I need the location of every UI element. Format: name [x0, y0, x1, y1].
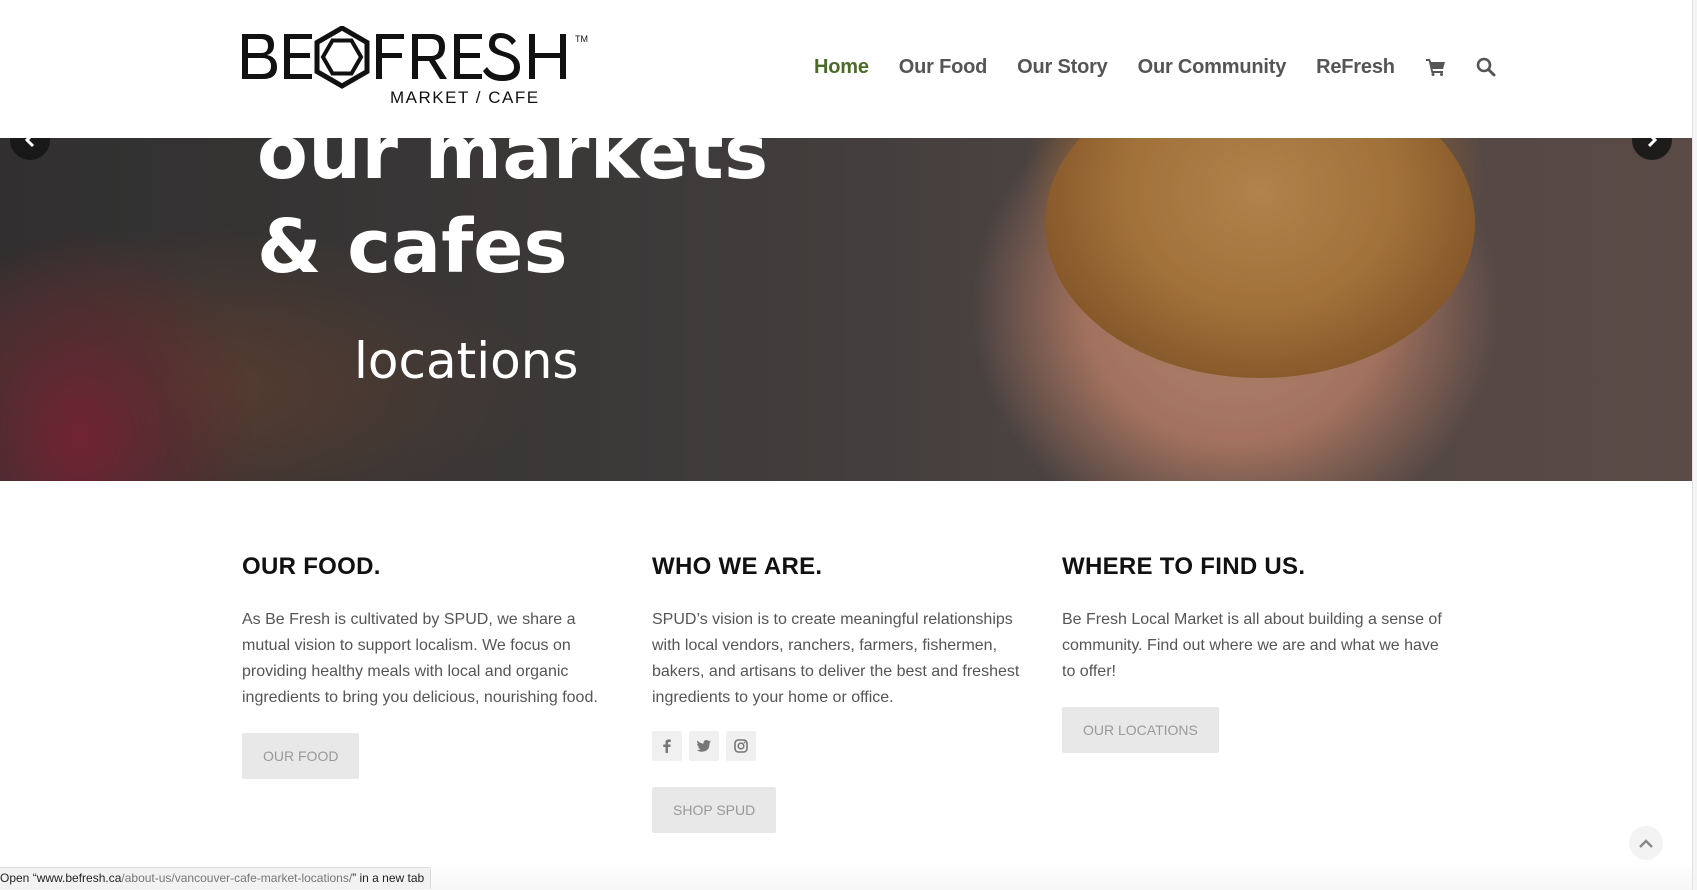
- section-heading: WHO WE ARE.: [652, 553, 823, 580]
- nav-our-food[interactable]: Our Food: [899, 56, 988, 79]
- back-to-top-button[interactable]: [1629, 826, 1663, 860]
- page: TM MARKET / CAFE Home Our Food Our Story…: [0, 0, 1697, 890]
- chevron-right-icon: [1647, 138, 1658, 147]
- be-fresh-logo[interactable]: TM MARKET / CAFE: [240, 25, 600, 112]
- site-header: TM MARKET / CAFE Home Our Food Our Story…: [0, 0, 1692, 138]
- nav-refresh[interactable]: ReFresh: [1316, 56, 1395, 79]
- chevron-up-icon: [1639, 839, 1653, 848]
- logo-subtitle: MARKET / CAFE: [390, 88, 540, 107]
- section-body: SPUD’s vision is to create meaningful re…: [652, 611, 1020, 706]
- hero-title-line-1: our markets: [257, 138, 769, 196]
- where-to-find-us-section: WHERE TO FIND US. Be Fresh Local Market …: [1062, 555, 1442, 753]
- status-path: /about-us/vancouver-cafe-market-location…: [121, 871, 353, 885]
- window-edge: [1692, 0, 1697, 890]
- status-prefix: Open “: [0, 871, 37, 885]
- nav-home[interactable]: Home: [814, 56, 869, 79]
- status-domain: www.befresh.ca: [36, 871, 122, 885]
- shop-spud-button[interactable]: SHOP SPUD: [652, 787, 777, 833]
- section-heading: OUR FOOD.: [242, 553, 381, 580]
- nav-our-community[interactable]: Our Community: [1138, 56, 1287, 79]
- hero-title-line-2: & cafes: [257, 204, 568, 290]
- chevron-left-icon: [24, 138, 35, 147]
- hero-subtitle: locations: [354, 332, 579, 390]
- twitter-icon[interactable]: [689, 731, 719, 761]
- social-links: [652, 731, 1032, 761]
- instagram-icon[interactable]: [726, 731, 756, 761]
- search-icon[interactable]: [1475, 56, 1497, 78]
- our-locations-button[interactable]: OUR LOCATIONS: [1062, 707, 1219, 753]
- section-heading: WHERE TO FIND US.: [1062, 553, 1306, 580]
- facebook-icon[interactable]: [652, 731, 682, 761]
- section-body: Be Fresh Local Market is all about build…: [1062, 611, 1442, 680]
- nav-our-story[interactable]: Our Story: [1017, 56, 1108, 79]
- who-we-are-section: WHO WE ARE. SPUD’s vision is to create m…: [652, 555, 1032, 833]
- main-nav: Home Our Food Our Story Our Community Re…: [814, 52, 1525, 82]
- our-food-button[interactable]: OUR FOOD: [242, 733, 360, 779]
- logo-trademark: TM: [575, 34, 588, 44]
- browser-status-bar: Open “www.befresh.ca/about-us/vancouver-…: [0, 867, 432, 889]
- our-food-section: OUR FOOD. As Be Fresh is cultivated by S…: [242, 555, 622, 779]
- cart-icon[interactable]: [1425, 56, 1447, 78]
- hero-slider: our markets & cafes locations: [0, 138, 1692, 481]
- section-body: As Be Fresh is cultivated by SPUD, we sh…: [242, 611, 598, 706]
- status-suffix: ” in a new tab: [352, 871, 425, 885]
